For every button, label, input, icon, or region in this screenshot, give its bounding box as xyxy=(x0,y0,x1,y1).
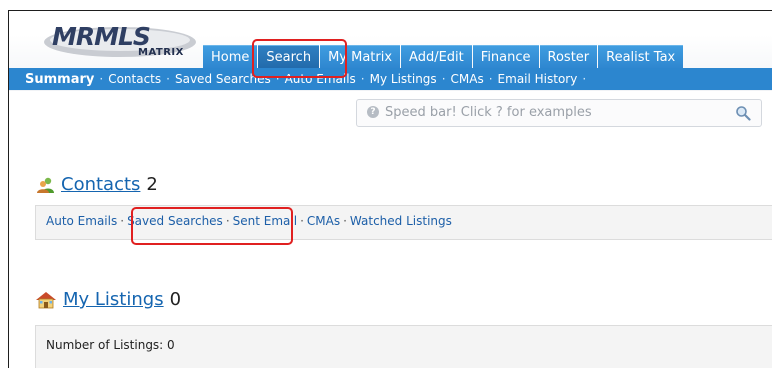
my-listings-heading: My Listings 0 xyxy=(35,289,181,310)
subnav-saved-searches[interactable]: Saved Searches xyxy=(175,72,271,86)
contacts-heading: Contacts 2 xyxy=(37,174,158,195)
tab-finance[interactable]: Finance xyxy=(472,45,539,69)
subnav-separator: · xyxy=(360,72,365,86)
subnav-email-history[interactable]: Email History xyxy=(498,72,578,86)
main-tabs: Home Search My Matrix Add/Edit Finance R… xyxy=(203,45,684,69)
subnav-separator: · xyxy=(166,72,170,86)
sub-navigation: Summary · Contacts · Saved Searches · Au… xyxy=(9,68,772,90)
contacts-cmas-link[interactable]: CMAs xyxy=(307,214,340,228)
subnav-contacts[interactable]: Contacts xyxy=(108,72,161,86)
link-separator: · xyxy=(343,214,347,228)
help-icon[interactable]: ? xyxy=(367,106,379,118)
subnav-my-listings[interactable]: My Listings xyxy=(370,72,437,86)
subnav-cmas[interactable]: CMAs xyxy=(451,72,484,86)
subnav-summary[interactable]: Summary xyxy=(25,72,94,87)
header: MRMLS MATRIX Home Search My Matrix Add/E… xyxy=(9,11,772,91)
contacts-auto-emails-link[interactable]: Auto Emails xyxy=(46,214,117,228)
tab-my-matrix[interactable]: My Matrix xyxy=(320,45,401,69)
subnav-separator: · xyxy=(441,72,446,86)
contacts-panel: Auto Emails · Saved Searches · Sent Email · CM… xyxy=(35,205,772,240)
house-icon xyxy=(36,291,56,308)
mrmls-matrix-logo[interactable]: MRMLS MATRIX xyxy=(42,22,200,58)
app-frame: MRMLS MATRIX Home Search My Matrix Add/E… xyxy=(8,10,772,368)
subnav-separator: · xyxy=(488,72,493,86)
my-listings-panel: Number of Listings: 0 xyxy=(35,325,772,368)
contacts-watched-listings-link[interactable]: Watched Listings xyxy=(350,214,452,228)
my-listings-count: 0 xyxy=(169,289,182,310)
subnav-separator: · xyxy=(99,72,104,86)
tab-roster[interactable]: Roster xyxy=(539,45,598,69)
contacts-link[interactable]: Contacts xyxy=(61,174,140,195)
link-separator: · xyxy=(225,214,230,228)
contacts-saved-searches-link[interactable]: Saved Searches xyxy=(127,214,223,228)
tab-realist-tax[interactable]: Realist Tax xyxy=(598,45,684,69)
contacts-icon xyxy=(37,177,54,193)
tab-home[interactable]: Home xyxy=(203,45,258,69)
contacts-count: 2 xyxy=(146,174,158,195)
logo-product: MATRIX xyxy=(138,47,184,58)
subnav-separator: · xyxy=(275,72,280,86)
subnav-auto-emails[interactable]: Auto Emails xyxy=(285,72,356,86)
contacts-sent-email-link[interactable]: Sent Email xyxy=(233,214,297,228)
contacts-links-row: Auto Emails · Saved Searches · Sent Email · CM… xyxy=(46,214,452,228)
speed-bar-input[interactable] xyxy=(385,103,715,121)
listings-summary: Number of Listings: 0 xyxy=(46,338,175,352)
link-separator: · xyxy=(300,214,304,228)
tab-search[interactable]: Search xyxy=(258,45,320,69)
logo-brand: MRMLS xyxy=(52,22,151,51)
speed-bar: ? xyxy=(356,99,762,127)
search-icon[interactable] xyxy=(735,105,751,121)
tab-add-edit[interactable]: Add/Edit xyxy=(401,45,472,69)
my-listings-link[interactable]: My Listings xyxy=(63,289,164,310)
link-separator: · xyxy=(120,214,125,228)
subnav-separator: · xyxy=(582,72,587,86)
